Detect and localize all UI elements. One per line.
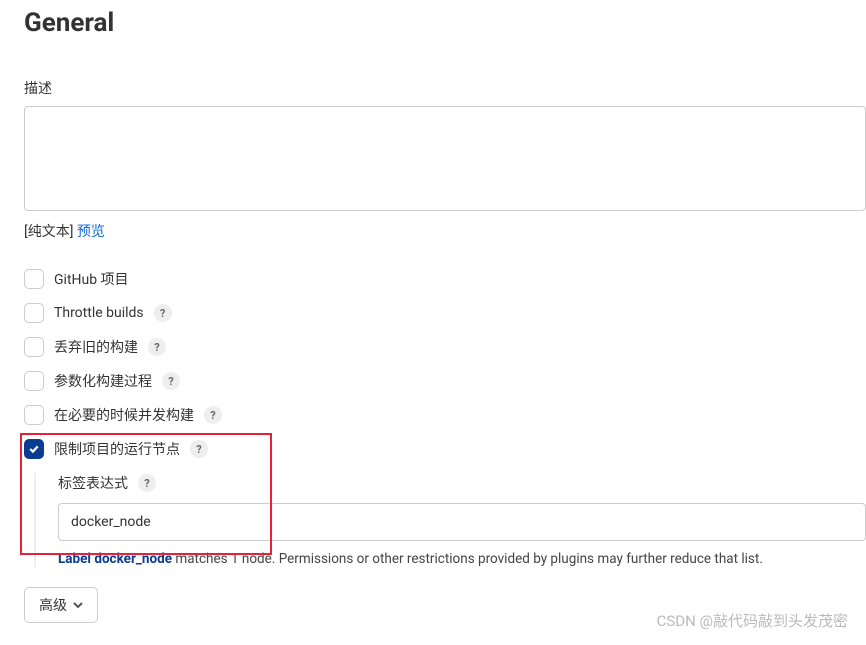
label-concurrent: 在必要的时候并发构建 xyxy=(54,405,194,425)
watermark: CSDN @敲代码敲到头发茂密 xyxy=(657,610,848,631)
label-discard-old: 丢弃旧的构建 xyxy=(54,337,138,357)
checkbox-github-project[interactable] xyxy=(24,269,44,289)
help-icon[interactable]: ? xyxy=(138,474,156,492)
checkbox-restrict-node[interactable] xyxy=(24,439,44,459)
label-expression-label: 标签表达式 xyxy=(58,473,128,493)
advanced-button-label: 高级 xyxy=(39,595,67,615)
option-discard-old: 丢弃旧的构建 ? xyxy=(24,337,866,357)
checkbox-concurrent[interactable] xyxy=(24,405,44,425)
check-icon xyxy=(28,443,40,455)
preview-link[interactable]: 预览 xyxy=(77,224,105,240)
help-icon[interactable]: ? xyxy=(204,406,222,424)
help-icon[interactable]: ? xyxy=(190,440,208,458)
help-icon[interactable]: ? xyxy=(162,372,180,390)
label-match-info: Label docker_node matches 1 node. Permis… xyxy=(58,551,866,567)
format-toggle: [纯文本] 预览 xyxy=(24,221,866,241)
section-title: General xyxy=(24,8,866,38)
help-icon[interactable]: ? xyxy=(148,338,166,356)
checkbox-parameterized[interactable] xyxy=(24,371,44,391)
description-textarea[interactable] xyxy=(24,106,866,211)
label-github-project: GitHub 项目 xyxy=(54,269,129,289)
advanced-button[interactable]: 高级 xyxy=(24,587,98,623)
label-match-prefix: Label docker_node xyxy=(58,551,172,567)
option-parameterized: 参数化构建过程 ? xyxy=(24,371,866,391)
checkbox-throttle-builds[interactable] xyxy=(24,303,44,323)
help-icon[interactable]: ? xyxy=(154,304,172,322)
description-label: 描述 xyxy=(24,78,866,98)
option-github-project: GitHub 项目 xyxy=(24,269,866,289)
label-expression-header: 标签表达式 ? xyxy=(58,473,866,493)
label-throttle-builds: Throttle builds xyxy=(54,305,144,321)
option-throttle-builds: Throttle builds ? xyxy=(24,303,866,323)
plain-text-label: [纯文本] xyxy=(24,224,73,240)
chevron-down-icon xyxy=(73,597,83,613)
option-concurrent: 在必要的时候并发构建 ? xyxy=(24,405,866,425)
checkbox-discard-old[interactable] xyxy=(24,337,44,357)
label-parameterized: 参数化构建过程 xyxy=(54,371,152,391)
restrict-node-section: 限制项目的运行节点 ? 标签表达式 ? Label docker_node ma… xyxy=(24,439,866,567)
label-expression-input[interactable] xyxy=(58,503,866,541)
label-expression-block: 标签表达式 ? Label docker_node matches 1 node… xyxy=(34,473,866,567)
label-match-suffix: matches 1 node. Permissions or other res… xyxy=(172,551,763,567)
label-restrict-node: 限制项目的运行节点 xyxy=(54,439,180,459)
option-restrict-node: 限制项目的运行节点 ? xyxy=(24,439,866,459)
